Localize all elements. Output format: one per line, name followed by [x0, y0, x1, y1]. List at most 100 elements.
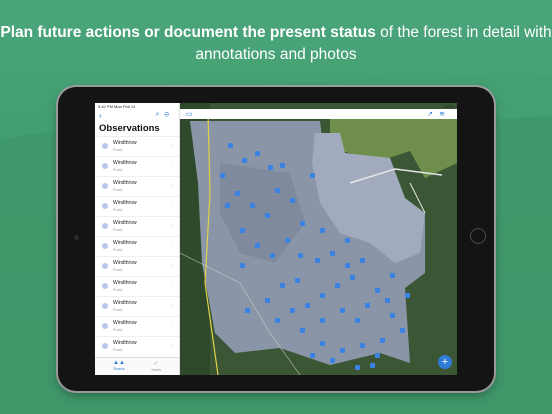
windthrow-marker[interactable] — [275, 318, 280, 323]
windthrow-marker[interactable] — [400, 328, 405, 333]
windthrow-marker[interactable] — [240, 263, 245, 268]
chevron-right-icon: › — [171, 223, 173, 229]
windthrow-marker[interactable] — [310, 173, 315, 178]
headline-bold: Plan future actions or document the pres… — [0, 24, 376, 41]
windthrow-marker[interactable] — [295, 278, 300, 283]
list-item[interactable]: Windthrow Point › — [95, 336, 179, 356]
windthrow-marker[interactable] — [300, 221, 305, 226]
more-icon[interactable]: ⊖ — [164, 111, 174, 118]
windthrow-marker[interactable] — [330, 251, 335, 256]
list-item[interactable]: Windthrow Point › — [95, 176, 179, 196]
item-type: Point — [113, 187, 123, 192]
sidebar-actions: ⌕⊖ — [156, 111, 175, 119]
windthrow-marker[interactable] — [265, 298, 270, 303]
item-type: Point — [113, 207, 123, 212]
list-item[interactable]: Windthrow Point › — [95, 256, 179, 276]
windthrow-marker[interactable] — [315, 258, 320, 263]
windthrow-marker[interactable] — [360, 343, 365, 348]
tab-bar: ▲▲ Scene ✓ Tasks — [95, 357, 179, 375]
locate-icon[interactable]: ➚ — [427, 111, 439, 118]
item-name: Windthrow — [113, 320, 137, 326]
windthrow-marker[interactable] — [220, 173, 225, 178]
windthrow-marker[interactable] — [255, 151, 260, 156]
list-item[interactable]: Windthrow Point › — [95, 216, 179, 236]
list-item[interactable]: Windthrow Point › — [95, 296, 179, 316]
map-view[interactable]: ▭ ➚≋ + — [180, 103, 457, 375]
chevron-right-icon: › — [171, 183, 173, 189]
windthrow-marker[interactable] — [310, 353, 315, 358]
windthrow-marker[interactable] — [355, 365, 360, 370]
map-actions: ➚≋ — [427, 110, 451, 118]
windthrow-marker[interactable] — [290, 308, 295, 313]
point-icon — [102, 143, 108, 149]
windthrow-marker[interactable] — [298, 253, 303, 258]
windthrow-marker[interactable] — [340, 348, 345, 353]
point-icon — [102, 343, 108, 349]
windthrow-marker[interactable] — [320, 341, 325, 346]
windthrow-marker[interactable] — [335, 283, 340, 288]
windthrow-marker[interactable] — [350, 275, 355, 280]
windthrow-marker[interactable] — [370, 363, 375, 368]
chevron-right-icon: › — [171, 303, 173, 309]
windthrow-marker[interactable] — [380, 338, 385, 343]
back-chevron-icon[interactable]: ‹ — [99, 111, 102, 120]
windthrow-marker[interactable] — [225, 203, 230, 208]
tab-scene[interactable]: ▲▲ Scene — [104, 360, 134, 371]
windthrow-marker[interactable] — [345, 238, 350, 243]
windthrow-marker[interactable] — [255, 243, 260, 248]
windthrow-marker[interactable] — [355, 318, 360, 323]
item-type: Point — [113, 147, 123, 152]
windthrow-marker[interactable] — [245, 308, 250, 313]
list-item[interactable]: Windthrow Point › — [95, 156, 179, 176]
list-item[interactable]: Windthrow Point › — [95, 236, 179, 256]
headline: Plan future actions or document the pres… — [0, 22, 552, 66]
list-item[interactable]: Windthrow Point › — [95, 276, 179, 296]
sidebar-toggle-icon[interactable]: ▭ — [186, 110, 193, 118]
layers-icon[interactable]: ≋ — [439, 111, 451, 118]
windthrow-marker[interactable] — [320, 318, 325, 323]
status-time: 3:42 PM Mon Feb 14 — [98, 104, 136, 109]
windthrow-marker[interactable] — [390, 273, 395, 278]
windthrow-marker[interactable] — [365, 303, 370, 308]
windthrow-marker[interactable] — [280, 283, 285, 288]
windthrow-marker[interactable] — [250, 203, 255, 208]
home-button[interactable] — [470, 228, 486, 244]
add-observation-button[interactable]: + — [438, 355, 452, 369]
observation-list: Windthrow Point › Windthrow Point › Windthrow P… — [95, 136, 179, 356]
list-item[interactable]: Windthrow Point › — [95, 316, 179, 336]
tab-tasks[interactable]: ✓ Tasks — [141, 360, 171, 372]
windthrow-marker[interactable] — [330, 358, 335, 363]
windthrow-marker[interactable] — [305, 303, 310, 308]
aerial-map[interactable] — [180, 103, 457, 375]
check-icon: ✓ — [153, 361, 159, 367]
windthrow-marker[interactable] — [265, 213, 270, 218]
windthrow-marker[interactable] — [235, 191, 240, 196]
windthrow-marker[interactable] — [242, 158, 247, 163]
windthrow-marker[interactable] — [300, 328, 305, 333]
windthrow-marker[interactable] — [360, 258, 365, 263]
map-toolbar: ▭ ➚≋ — [180, 109, 457, 119]
windthrow-marker[interactable] — [290, 198, 295, 203]
windthrow-marker[interactable] — [268, 165, 273, 170]
windthrow-marker[interactable] — [228, 143, 233, 148]
windthrow-marker[interactable] — [285, 238, 290, 243]
point-icon — [102, 203, 108, 209]
windthrow-marker[interactable] — [375, 288, 380, 293]
windthrow-marker[interactable] — [390, 313, 395, 318]
windthrow-marker[interactable] — [340, 308, 345, 313]
windthrow-marker[interactable] — [280, 163, 285, 168]
windthrow-marker[interactable] — [275, 188, 280, 193]
windthrow-marker[interactable] — [345, 263, 350, 268]
windthrow-marker[interactable] — [405, 293, 410, 298]
windthrow-marker[interactable] — [385, 298, 390, 303]
windthrow-marker[interactable] — [320, 228, 325, 233]
item-type: Point — [113, 247, 123, 252]
windthrow-marker[interactable] — [270, 253, 275, 258]
list-item[interactable]: Windthrow Point › — [95, 196, 179, 216]
windthrow-marker[interactable] — [320, 293, 325, 298]
windthrow-marker[interactable] — [240, 228, 245, 233]
windthrow-marker[interactable] — [375, 353, 380, 358]
chevron-right-icon: › — [171, 323, 173, 329]
list-item[interactable]: Windthrow Point › — [95, 136, 179, 156]
tab-tasks-label: Tasks — [150, 367, 162, 372]
